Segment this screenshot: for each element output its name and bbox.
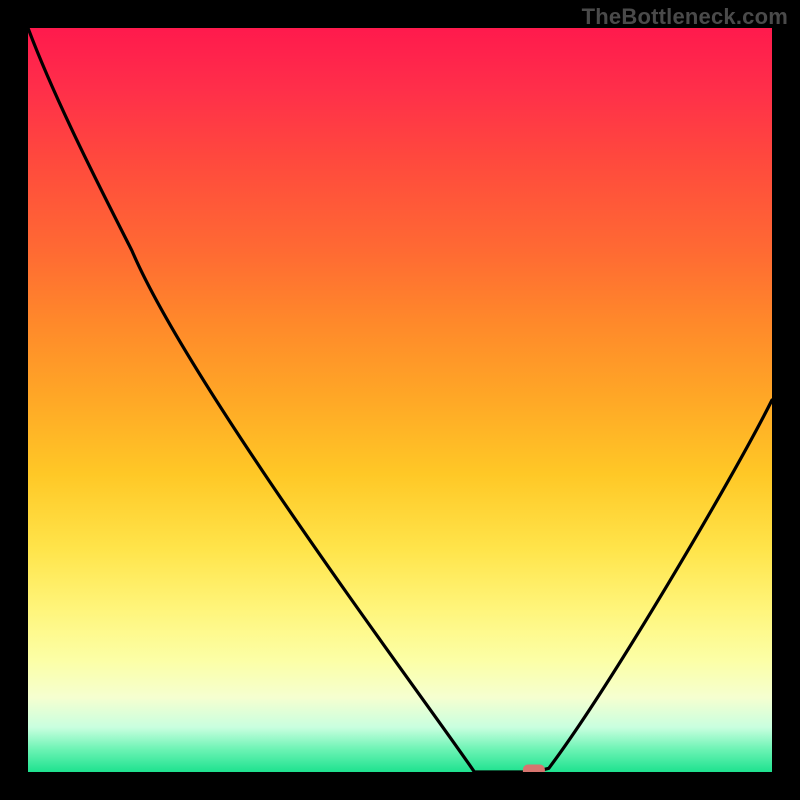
bottleneck-curve bbox=[28, 28, 772, 772]
chart-frame: TheBottleneck.com bbox=[0, 0, 800, 800]
watermark-text: TheBottleneck.com bbox=[582, 4, 788, 30]
optimal-point-marker bbox=[523, 765, 545, 773]
chart-svg bbox=[28, 28, 772, 772]
